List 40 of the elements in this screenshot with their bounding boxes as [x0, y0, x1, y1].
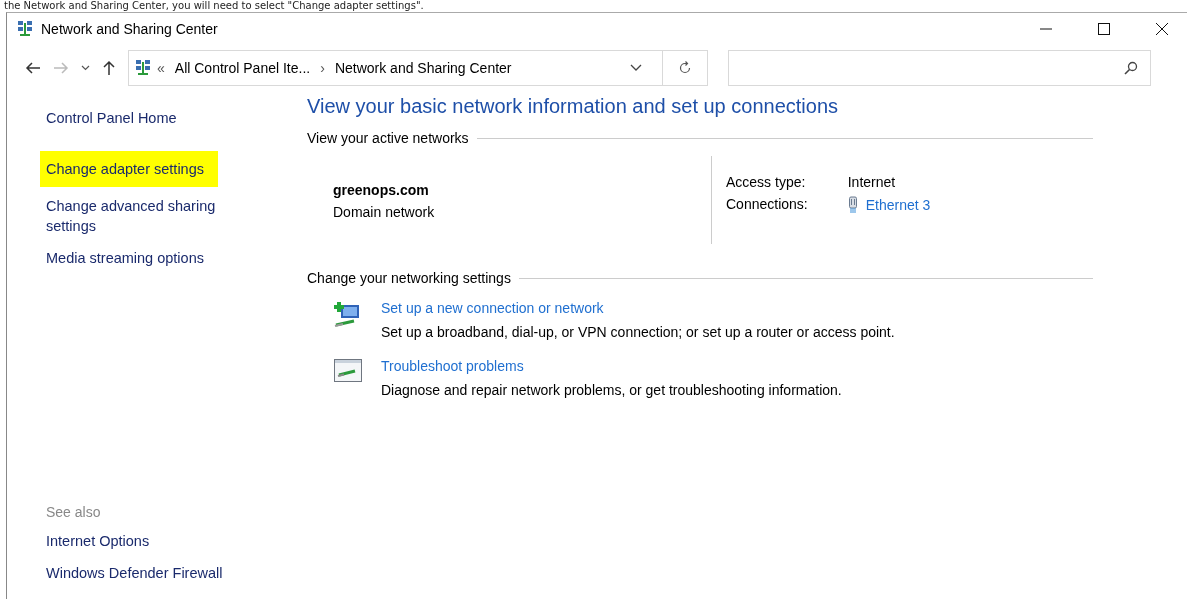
see-also-heading: See also — [46, 504, 102, 520]
task-description: Set up a broadband, dial-up, or VPN connection; or set up a router or access point. — [381, 324, 895, 340]
refresh-icon[interactable] — [678, 61, 692, 75]
back-arrow-icon[interactable] — [25, 61, 41, 75]
search-field[interactable] — [728, 50, 1151, 86]
task-link[interactable]: Troubleshoot problems — [381, 358, 524, 374]
network-icon — [17, 19, 33, 36]
sidebar-link[interactable]: Change adapter settings — [40, 151, 218, 187]
section-heading: Change your networking settings — [307, 270, 511, 286]
breadcrumb-separator: « — [157, 60, 165, 76]
maximize-icon[interactable] — [1097, 22, 1111, 36]
detail-label: Access type: — [726, 174, 807, 190]
connection-link[interactable]: Ethernet 3 — [865, 197, 931, 213]
network-name: greenops.com — [333, 182, 430, 198]
troubleshoot-icon — [333, 358, 363, 384]
detail-label: Connections: — [726, 196, 808, 214]
caption-text: the Network and Sharing Center, you will need to select "Change adapter settings". — [3, 0, 425, 12]
detail-value: Internet — [847, 174, 896, 190]
search-icon — [1124, 61, 1138, 75]
window-title: Network and Sharing Center — [41, 21, 218, 37]
network-icon — [135, 58, 151, 75]
sidebar-link[interactable]: Windows Defender Firewall — [46, 560, 229, 586]
sidebar-link[interactable]: Internet Options — [46, 528, 156, 554]
close-icon[interactable] — [1155, 22, 1169, 36]
page-heading: View your basic network information and set up connections — [307, 95, 840, 118]
breadcrumb[interactable]: Network and Sharing Center — [334, 60, 512, 76]
sidebar-link[interactable]: Change advanced sharing settings — [46, 193, 252, 239]
breadcrumb-separator: › — [320, 60, 325, 76]
network-category: Domain network — [333, 204, 436, 220]
ethernet-plug-icon — [847, 196, 858, 214]
task-link[interactable]: Set up a new connection or network — [381, 300, 604, 316]
task-description: Diagnose and repair network problems, or get troubleshooting information. — [381, 382, 842, 398]
chevron-down-icon[interactable] — [81, 65, 90, 71]
breadcrumb[interactable]: All Control Panel Ite... — [174, 60, 311, 76]
sidebar-link[interactable]: Control Panel Home — [46, 105, 183, 131]
section-heading: View your active networks — [307, 130, 469, 146]
up-arrow-icon[interactable] — [102, 60, 116, 76]
sidebar-link[interactable]: Media streaming options — [46, 245, 210, 271]
chevron-down-icon[interactable] — [630, 64, 642, 72]
address-bar[interactable]: « All Control Panel Ite... › Network and Sharing Center — [128, 50, 708, 86]
